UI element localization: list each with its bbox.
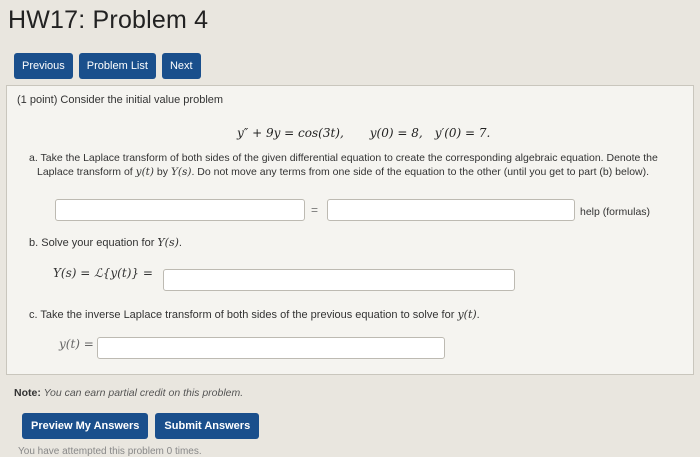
Ys-label: Y(s) = ℒ{y(t)} = <box>53 266 153 280</box>
part-c-instructions: c. Take the inverse Laplace transform of… <box>29 308 480 321</box>
part-a-lhs-input[interactable] <box>55 199 305 221</box>
problem-box: (1 point) Consider the initial value pro… <box>6 85 694 375</box>
part-c-period: . <box>476 309 480 321</box>
next-button[interactable]: Next <box>161 53 201 79</box>
problem-list-button[interactable]: Problem List <box>78 53 156 79</box>
part-b-instructions: b. Solve your equation for Y(s). <box>29 236 182 249</box>
partial-credit-note: Note: You can earn partial credit on thi… <box>14 387 243 399</box>
var-yt: y(t) <box>135 166 154 178</box>
part-b-period: . <box>178 237 182 249</box>
yt-label: y(t) = <box>59 337 94 351</box>
part-a-line2-c: . Do not move any terms from one side of… <box>191 166 650 178</box>
part-a-line2-b: by <box>154 166 171 178</box>
initial-condition-2: y′(0) = 7. <box>434 126 491 140</box>
note-text: You can earn partial credit on this prob… <box>40 387 244 399</box>
problem-nav: Previous Problem List Next <box>14 53 201 79</box>
ode: y″ + 9y = cos(3t), <box>237 126 344 140</box>
part-a-equals: = <box>311 203 319 217</box>
problem-intro: (1 point) Consider the initial value pro… <box>17 94 224 106</box>
part-b-text: b. Solve your equation for <box>29 237 158 249</box>
part-a-instructions: a. Take the Laplace transform of both si… <box>29 151 689 179</box>
submit-answers-button[interactable]: Submit Answers <box>155 413 260 439</box>
initial-condition-1: y(0) = 8, <box>369 126 423 140</box>
part-a-rhs-input[interactable] <box>327 199 575 221</box>
part-c-text: c. Take the inverse Laplace transform of… <box>29 309 458 321</box>
help-formulas-link[interactable]: help (formulas) <box>580 206 650 218</box>
preview-answers-button[interactable]: Preview My Answers <box>22 413 149 439</box>
var-Ys: Y(s) <box>170 166 192 178</box>
answer-actions: Preview My Answers Submit Answers <box>22 413 260 439</box>
var-yt-c: y(t) <box>457 308 477 321</box>
ivp-equation: y″ + 9y = cos(3t), y(0) = 8, y′(0) = 7. <box>237 126 490 140</box>
var-Ys-b: Y(s) <box>157 236 179 249</box>
part-c-input[interactable] <box>97 337 445 359</box>
page-title: HW17: Problem 4 <box>8 6 209 34</box>
attempts-status: You have attempted this problem 0 times. <box>18 446 202 457</box>
part-b-input[interactable] <box>163 269 515 291</box>
part-a-line2-a: Laplace transform of <box>37 166 136 178</box>
previous-button[interactable]: Previous <box>14 53 73 79</box>
note-label: Note: <box>14 387 41 399</box>
part-a-line1: a. Take the Laplace transform of both si… <box>29 152 658 164</box>
